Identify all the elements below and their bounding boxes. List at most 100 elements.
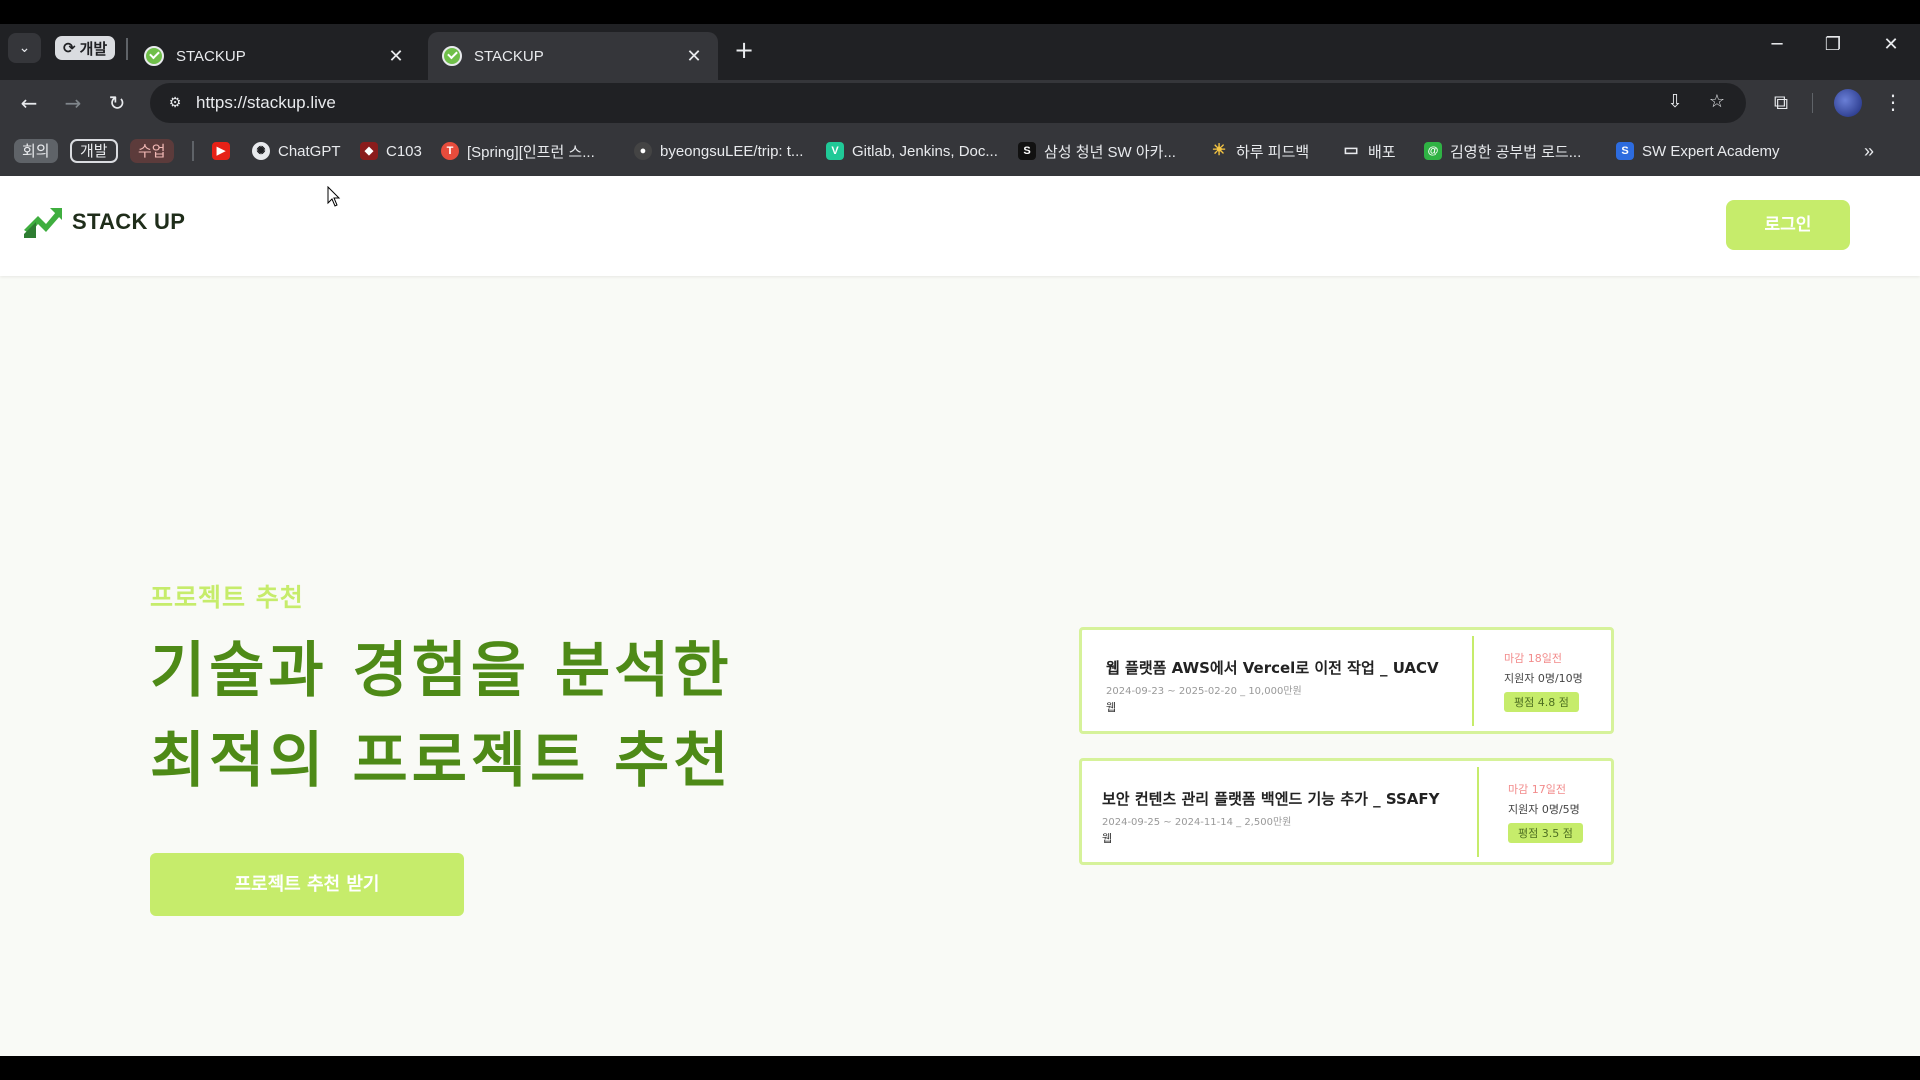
bookmark-youtube[interactable]: ▶ <box>212 139 230 163</box>
bookmark-group-dev[interactable]: 개발 <box>70 139 118 163</box>
bookmark-kim-study[interactable]: @ 김영한 공부법 로드... <box>1424 139 1581 163</box>
url-text[interactable]: https://stackup.live <box>196 93 336 113</box>
card-divider <box>1472 636 1474 726</box>
inflearn-icon: T <box>441 142 459 160</box>
reload-icon: ↻ <box>108 91 126 115</box>
youtube-icon: ▶ <box>212 142 230 160</box>
project-title: 웹 플랫폼 AWS에서 Vercel로 이전 작업 _ UACV <box>1106 659 1439 677</box>
extensions-icon[interactable]: ⧉ <box>1766 90 1796 114</box>
tab-group-label: 개발 <box>79 39 108 58</box>
bookmark-chatgpt[interactable]: ✺ ChatGPT <box>252 139 341 163</box>
tab-bar: ⌄ ⟳ 개발 STACKUP ✕ STACKUP ✕ + ─ ❐ ✕ <box>0 24 1920 80</box>
bookmark-ssafy[interactable]: S 삼성 청년 SW 아카... <box>1018 139 1176 163</box>
close-icon[interactable]: ✕ <box>684 46 704 67</box>
project-rating-badge: 평점 4.8 점 <box>1504 692 1579 712</box>
site-header: STACK UP 로그인 <box>0 176 1920 276</box>
forward-button[interactable]: → <box>58 89 88 117</box>
bookmark-group-class[interactable]: 수업 <box>130 139 174 163</box>
site-logo[interactable]: STACK UP <box>22 204 185 240</box>
project-period-budget: 2024-09-25 ~ 2024-11-14 _ 2,500만원 <box>1102 817 1292 828</box>
bookmark-gitlab-jenkins[interactable]: V Gitlab, Jenkins, Doc... <box>826 139 998 163</box>
bookmark-label: C103 <box>386 142 422 160</box>
arrow-left-icon: ← <box>20 91 38 115</box>
project-card-main: 보안 컨텐츠 관리 플랫폼 백엔드 기능 추가 _ SSAFY 2024-09-… <box>1102 788 1440 846</box>
folder-icon: ▭ <box>1343 142 1359 159</box>
profile-avatar[interactable] <box>1834 89 1862 117</box>
more-menu-icon[interactable]: ⋮ <box>1878 90 1908 114</box>
restore-icon: ❐ <box>1824 34 1842 55</box>
bookmark-label: 배포 <box>1368 143 1396 161</box>
hero-headline: 기술과 경험을 분석한 최적의 프로젝트 추천 <box>150 626 733 806</box>
project-title: 보안 컨텐츠 관리 플랫폼 백엔드 기능 추가 _ SSAFY <box>1102 790 1440 808</box>
tab-group-dev[interactable]: ⟳ 개발 <box>55 36 116 60</box>
bookmark-spring-inflearn[interactable]: T [Spring][인프런 스... <box>441 139 595 163</box>
close-window-button[interactable]: ✕ <box>1876 34 1906 55</box>
bookmark-label: 하루 피드백 <box>1236 143 1310 161</box>
card-divider <box>1477 767 1479 857</box>
bookmark-folder-deploy[interactable]: ▭ 배포 <box>1342 139 1396 163</box>
bookmark-swea[interactable]: S SW Expert Academy <box>1616 139 1780 163</box>
ssafy-icon: S <box>1018 142 1036 160</box>
chevron-down-icon: ⌄ <box>18 40 31 56</box>
reload-button[interactable]: ↻ <box>102 89 132 117</box>
notion-icon: @ <box>1424 142 1442 160</box>
project-card[interactable]: 보안 컨텐츠 관리 플랫폼 백엔드 기능 추가 _ SSAFY 2024-09-… <box>1079 758 1614 865</box>
tab-stackup-1[interactable]: STACKUP ✕ <box>130 32 420 80</box>
swea-icon: S <box>1616 142 1634 160</box>
bookmark-divider <box>192 141 194 161</box>
bookmark-group-meeting[interactable]: 회의 <box>14 139 58 163</box>
headline-line-1: 기술과 경험을 분석한 <box>150 636 733 706</box>
sync-icon: ⟳ <box>63 39 76 57</box>
bookmarks-overflow-button[interactable]: » <box>1864 139 1874 163</box>
project-deadline: 마감 17일전 <box>1508 783 1566 796</box>
project-rating-badge: 평점 3.5 점 <box>1508 823 1583 843</box>
new-tab-button[interactable]: + <box>730 36 758 64</box>
bookmark-daily-feedback[interactable]: ☀ 하루 피드백 <box>1210 139 1309 163</box>
site-info-icon[interactable]: ⚙ <box>162 90 188 116</box>
project-category: 웹 <box>1102 832 1113 845</box>
bookmarks-bar: 회의 개발 수업 ▶ ✺ ChatGPT ◆ C103 T [Spring][인… <box>0 126 1920 176</box>
stackup-favicon-icon <box>144 46 164 66</box>
bookmark-c103[interactable]: ◆ C103 <box>360 139 422 163</box>
minimize-button[interactable]: ─ <box>1762 34 1792 55</box>
project-card-side: 마감 17일전 지원자 0명/5명 평점 3.5 점 <box>1508 781 1583 843</box>
bookmark-label: byeongsuLEE/trip: t... <box>660 142 804 160</box>
project-applicants: 지원자 0명/5명 <box>1508 803 1580 816</box>
chatgpt-icon: ✺ <box>252 142 270 160</box>
address-bar[interactable]: ⚙ https://stackup.live ⇩ ☆ <box>150 83 1746 123</box>
page-content: STACK UP 로그인 프로젝트 추천 기술과 경험을 분석한 최적의 프로젝… <box>0 176 1920 1056</box>
restore-button[interactable]: ❐ <box>1818 34 1848 55</box>
project-card-main: 웹 플랫폼 AWS에서 Vercel로 이전 작업 _ UACV 2024-09… <box>1106 657 1439 715</box>
project-period-budget: 2024-09-23 ~ 2025-02-20 _ 10,000만원 <box>1106 686 1302 697</box>
bookmark-github-trip[interactable]: ● byeongsuLEE/trip: t... <box>634 139 803 163</box>
plus-icon: + <box>733 36 755 64</box>
bookmark-label: SW Expert Academy <box>1642 142 1780 160</box>
toolbar-divider <box>1812 93 1813 113</box>
mouse-cursor-icon <box>327 186 341 207</box>
logo-text: STACK UP <box>72 209 186 234</box>
project-applicants: 지원자 0명/10명 <box>1504 672 1583 685</box>
close-icon[interactable]: ✕ <box>386 46 406 67</box>
project-category: 웹 <box>1106 701 1117 714</box>
github-icon: ● <box>634 142 652 160</box>
bookmark-star-icon[interactable]: ☆ <box>1704 91 1730 115</box>
install-app-icon[interactable]: ⇩ <box>1662 91 1688 115</box>
back-button[interactable]: ← <box>14 89 44 117</box>
project-card[interactable]: 웹 플랫폼 AWS에서 Vercel로 이전 작업 _ UACV 2024-09… <box>1079 627 1614 734</box>
stackup-favicon-icon <box>442 46 462 66</box>
weather-icon: ☀ <box>1211 142 1227 159</box>
get-recommendation-button[interactable]: 프로젝트 추천 받기 <box>150 853 464 916</box>
tab-search-button[interactable]: ⌄ <box>8 33 41 63</box>
bookmark-label: 김영한 공부법 로드... <box>1450 143 1582 161</box>
top-letterbox <box>0 0 1920 24</box>
chevron-double-right-icon: » <box>1864 140 1875 161</box>
project-deadline: 마감 18일전 <box>1504 652 1562 665</box>
tab-stackup-2[interactable]: STACKUP ✕ <box>428 32 718 80</box>
bookmark-label: Gitlab, Jenkins, Doc... <box>852 142 998 160</box>
bottom-letterbox <box>0 1056 1920 1080</box>
section-eyebrow: 프로젝트 추천 <box>150 583 304 612</box>
project-card-side: 마감 18일전 지원자 0명/10명 평점 4.8 점 <box>1504 650 1583 712</box>
bookmark-label: 삼성 청년 SW 아카... <box>1044 143 1176 161</box>
login-button[interactable]: 로그인 <box>1726 200 1850 250</box>
bookmark-label: [Spring][인프런 스... <box>467 143 595 161</box>
